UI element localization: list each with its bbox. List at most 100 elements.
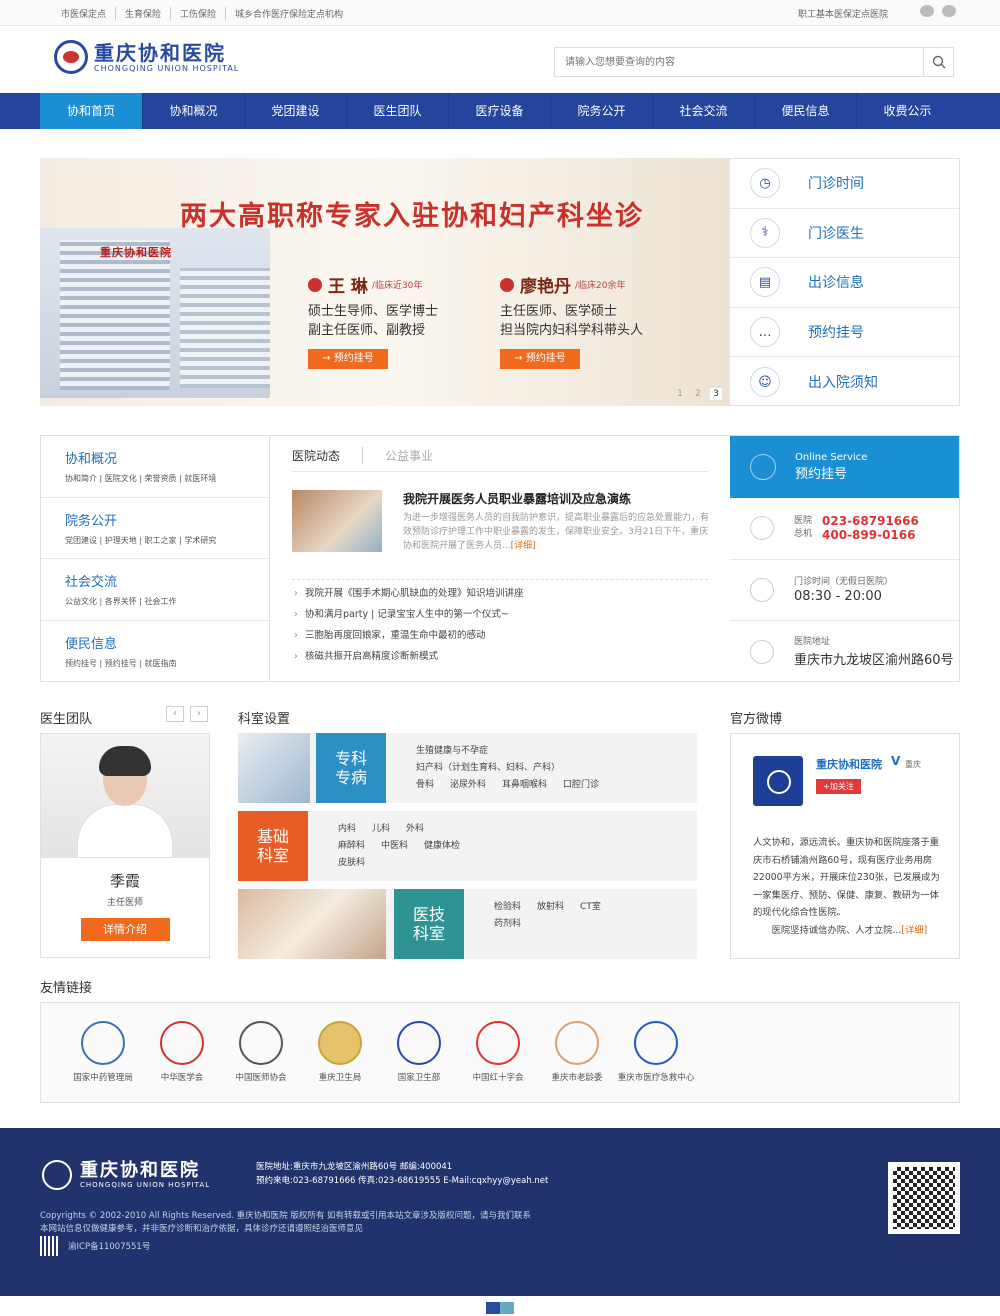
nav-equipment[interactable]: 医疗设备 xyxy=(448,93,550,129)
next-arrow-icon[interactable]: › xyxy=(190,706,208,722)
dept-item[interactable]: 生殖健康与不孕症 xyxy=(416,743,615,760)
category-title[interactable]: 社会交流 xyxy=(65,571,269,590)
friend-link[interactable]: 中国红十字会 xyxy=(458,1003,538,1102)
weibo-icon[interactable] xyxy=(920,5,934,17)
friend-link[interactable]: 中华医学会 xyxy=(142,1003,222,1102)
dept-item[interactable]: 骨科 xyxy=(416,777,434,794)
nav-info[interactable]: 便民信息 xyxy=(754,93,856,129)
dept-tag[interactable]: 专科 专病 xyxy=(316,733,386,803)
verified-icon: V xyxy=(891,754,901,768)
news-item[interactable]: 我院开展《围手术期心肌缺血的处理》知识培训讲座 xyxy=(292,583,708,604)
dept-item[interactable]: 儿科 xyxy=(372,821,390,838)
nurse-icon: ☺ xyxy=(750,367,780,398)
dept-tag[interactable]: 医技 科室 xyxy=(394,889,464,959)
footer-address: 医院地址:重庆市九龙坡区渝州路60号 邮编:400041 预约来电:023-68… xyxy=(256,1162,549,1186)
wechat-icon[interactable] xyxy=(942,5,956,17)
weibo-name[interactable]: 重庆协和医院 xyxy=(816,756,882,772)
tab-charity[interactable]: 公益事业 xyxy=(362,447,455,464)
top-link[interactable]: 生育保险 xyxy=(116,7,172,20)
news-item[interactable]: 核磁共振开启高精度诊断新模式 xyxy=(292,646,708,667)
top-right-link[interactable]: 职工基本医保定点医院 xyxy=(798,7,888,20)
news-item[interactable]: 三胞胎再度回娘家，重温生命中最初的感动 xyxy=(292,625,708,646)
doctor-detail-button[interactable]: 详情介绍 xyxy=(80,918,170,941)
quick-link-label: 出诊信息 xyxy=(808,275,864,292)
prev-arrow-icon[interactable]: ‹ xyxy=(166,706,184,722)
category-links[interactable]: 预约挂号 | 预约挂号 | 就医指南 xyxy=(65,658,269,669)
weibo-avatar[interactable] xyxy=(753,756,803,806)
top-link[interactable]: 市医保定点 xyxy=(52,7,117,20)
quick-link-appointment[interactable]: … 预约挂号 xyxy=(730,308,959,358)
quick-link-hours[interactable]: ◷ 门诊时间 xyxy=(730,159,959,209)
nav-fees[interactable]: 收费公示 xyxy=(856,93,958,129)
dept-item[interactable]: 放射科 xyxy=(537,899,564,916)
category-title[interactable]: 院务公开 xyxy=(65,510,269,529)
dept-tag[interactable]: 基础 科室 xyxy=(238,811,308,881)
top-bar: 市医保定点 生育保险 工伤保险 城乡合作医疗保险定点机构 职工基本医保定点医院 xyxy=(0,0,1000,26)
news-image[interactable] xyxy=(292,490,382,552)
friend-link[interactable]: 国家卫生部 xyxy=(379,1003,459,1102)
appointment-button[interactable]: → 预约挂号 xyxy=(308,349,388,369)
stats-icon[interactable] xyxy=(486,1302,514,1314)
site-logo[interactable]: 重庆协和医院 CHONGQING UNION HOSPITAL xyxy=(54,40,239,74)
nav-about[interactable]: 协和概况 xyxy=(142,93,244,129)
dept-title: 科室设置 xyxy=(238,712,291,727)
quick-link-schedule[interactable]: ▤ 出诊信息 xyxy=(730,258,959,308)
friend-link[interactable]: 国家中药管理局 xyxy=(63,1003,143,1102)
appointment-button[interactable]: → 预约挂号 xyxy=(500,349,580,369)
dept-item[interactable]: 内科 xyxy=(338,821,356,838)
quick-link-admission[interactable]: ☺ 出入院须知 xyxy=(730,357,959,407)
nav-party[interactable]: 党团建设 xyxy=(244,93,346,129)
friend-link[interactable]: 重庆市老龄委 xyxy=(537,1003,617,1102)
tab-hospital-news[interactable]: 医院动态 xyxy=(292,447,362,464)
search-button[interactable] xyxy=(923,48,953,76)
online-appointment[interactable]: Online Service 预约挂号 xyxy=(730,436,959,498)
dept-item[interactable]: 中医科 xyxy=(381,838,408,855)
tcm-logo-icon xyxy=(81,1021,125,1065)
dept-item[interactable]: 耳鼻咽喉科 xyxy=(502,777,547,794)
doctor-exp: /临床20余年 xyxy=(575,281,626,291)
news-more-link[interactable]: [详细] xyxy=(511,541,536,551)
dept-row-basic: 基础 科室 内科 儿科 外科 麻醉科 中医科 健康体检 皮肤科 xyxy=(238,811,697,881)
nav-doctors[interactable]: 医生团队 xyxy=(346,93,448,129)
dept-item[interactable]: 皮肤科 xyxy=(338,855,365,872)
friend-link[interactable]: 重庆市医疗急救中心 xyxy=(616,1003,696,1102)
footer-icp[interactable]: 渝ICP备11007551号 xyxy=(40,1236,150,1256)
slide-page[interactable]: 2 xyxy=(692,388,704,400)
dept-item[interactable]: 泌尿外科 xyxy=(450,777,486,794)
quick-link-doctors[interactable]: ⚕ 门诊医生 xyxy=(730,209,959,259)
slide-page-active[interactable]: 3 xyxy=(710,388,722,400)
phone-row: 医院 总机 023-68791666 400-899-0166 xyxy=(730,498,959,560)
chat-icon: … xyxy=(750,317,780,348)
dept-item[interactable]: 妇产科（计划生育科、妇科、产科） xyxy=(416,760,615,777)
dept-item[interactable]: 检验科 xyxy=(494,899,521,916)
building-sign: 重庆协和医院 xyxy=(100,246,172,259)
news-item[interactable]: 协和满月party | 记录宝宝人生中的第一个仪式~ xyxy=(292,604,708,625)
doctor-name: 王 琳 xyxy=(328,277,368,297)
dept-item[interactable]: 口腔门诊 xyxy=(563,777,599,794)
nav-social[interactable]: 社会交流 xyxy=(652,93,754,129)
dept-item[interactable]: CT室 xyxy=(580,899,601,916)
category-title[interactable]: 便民信息 xyxy=(65,633,269,652)
category-links[interactable]: 协和简介 | 医院文化 | 荣誉资质 | 就医环境 xyxy=(65,473,269,484)
hero-banner[interactable]: 重庆协和医院 两大高职称专家入驻协和妇产科坐诊 王 琳/临床近30年 硕士生导师… xyxy=(40,158,730,406)
category-links[interactable]: 党团建设 | 护理天地 | 职工之家 | 学术研究 xyxy=(65,535,269,546)
news-headline[interactable]: 我院开展医务人员职业暴露培训及应急演练 xyxy=(403,490,631,507)
slide-page[interactable]: 1 xyxy=(674,388,686,400)
category-title[interactable]: 协和概况 xyxy=(65,448,269,467)
dept-item[interactable]: 麻醉科 xyxy=(338,838,365,855)
dept-item[interactable]: 药剂科 xyxy=(494,916,521,933)
dept-item[interactable]: 外科 xyxy=(406,821,424,838)
follow-button[interactable]: +加关注 xyxy=(816,779,861,794)
online-cn: 预约挂号 xyxy=(795,467,848,482)
category-links[interactable]: 公益文化 | 各界关怀 | 社会工作 xyxy=(65,596,269,607)
nav-home[interactable]: 协和首页 xyxy=(40,93,142,129)
friend-link[interactable]: 中国医师协会 xyxy=(221,1003,301,1102)
friend-link[interactable]: 重庆卫生局 xyxy=(300,1003,380,1102)
top-link[interactable]: 工伤保险 xyxy=(171,7,227,20)
weibo-more-link[interactable]: [详细] xyxy=(901,925,927,936)
top-link[interactable]: 城乡合作医疗保险定点机构 xyxy=(226,7,352,20)
friend-links: 国家中药管理局 中华医学会 中国医师协会 重庆卫生局 国家卫生部 中国红十字会 … xyxy=(40,1002,960,1103)
dept-item[interactable]: 健康体检 xyxy=(424,838,460,855)
search-input[interactable] xyxy=(555,48,923,76)
nav-affairs[interactable]: 院务公开 xyxy=(550,93,652,129)
